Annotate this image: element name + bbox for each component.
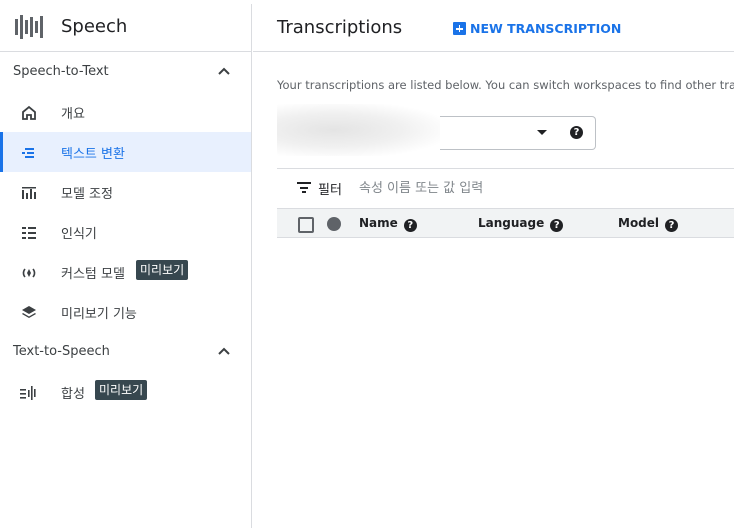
new-transcription-label: NEW TRANSCRIPTION bbox=[470, 21, 622, 36]
sidebar: Speech Speech-to-Text 개요 텍스트 변환 모델 조정 인식… bbox=[0, 4, 252, 528]
help-icon[interactable]: ? bbox=[570, 126, 583, 139]
section-title: Text-to-Speech bbox=[13, 344, 110, 359]
synthesis-icon bbox=[20, 386, 36, 400]
home-icon bbox=[22, 105, 36, 120]
recognizer-icon bbox=[22, 227, 36, 239]
sidebar-item-custom-models[interactable]: 커스텀 모델 미리보기 bbox=[0, 252, 251, 292]
speech-logo-icon bbox=[15, 15, 45, 39]
sidebar-item-recognizers[interactable]: 인식기 bbox=[0, 212, 251, 252]
help-icon[interactable]: ? bbox=[403, 219, 417, 232]
sidebar-item-overview[interactable]: 개요 bbox=[0, 92, 251, 132]
preview-badge: 미리보기 bbox=[95, 380, 148, 400]
column-header-language[interactable]: Language? bbox=[478, 216, 564, 232]
column-label: Model bbox=[618, 216, 660, 230]
caret-down-icon[interactable] bbox=[537, 130, 547, 135]
filter-input[interactable] bbox=[357, 175, 561, 201]
column-header-model[interactable]: Model? bbox=[618, 216, 679, 232]
section-title: Speech-to-Text bbox=[13, 64, 109, 79]
column-header-name[interactable]: Name? bbox=[359, 216, 417, 232]
help-icon[interactable]: ? bbox=[550, 219, 564, 232]
custom-model-icon bbox=[22, 268, 36, 278]
sidebar-item-label: 인식기 bbox=[61, 227, 97, 242]
workspace-selector-blurred bbox=[277, 104, 440, 156]
preview-badge: 미리보기 bbox=[136, 260, 189, 280]
table-header: Name? Language? Model? bbox=[277, 208, 734, 238]
workspace-selector[interactable]: ? bbox=[440, 116, 596, 150]
sidebar-item-label: 합성 bbox=[61, 387, 85, 402]
status-icon bbox=[327, 217, 341, 231]
section-text-to-speech[interactable]: Text-to-Speech bbox=[0, 332, 251, 372]
product-title: Speech bbox=[61, 16, 128, 37]
sidebar-header: Speech bbox=[0, 4, 251, 52]
filter-bar: 필터 bbox=[277, 168, 734, 208]
model-adaptation-icon bbox=[22, 187, 36, 199]
sidebar-item-label: 커스텀 모델 bbox=[61, 267, 125, 282]
page-description: Your transcriptions are listed below. Yo… bbox=[277, 78, 734, 92]
select-all-checkbox[interactable] bbox=[298, 217, 314, 233]
transcription-list-icon bbox=[22, 148, 34, 158]
filter-icon[interactable] bbox=[297, 182, 311, 193]
sidebar-item-model-adaptation[interactable]: 모델 조정 bbox=[0, 172, 251, 212]
sidebar-item-transcriptions[interactable]: 텍스트 변환 bbox=[0, 132, 251, 172]
column-label: Name bbox=[359, 216, 398, 230]
column-label: Language bbox=[478, 216, 545, 230]
add-box-icon bbox=[453, 22, 466, 35]
sidebar-item-label: 모델 조정 bbox=[61, 187, 113, 202]
sidebar-item-label: 미리보기 기능 bbox=[61, 307, 137, 322]
help-icon[interactable]: ? bbox=[665, 219, 679, 232]
page-title: Transcriptions bbox=[277, 17, 403, 38]
filter-label: 필터 bbox=[318, 183, 342, 198]
chevron-up-icon[interactable] bbox=[217, 65, 231, 79]
layers-icon bbox=[22, 306, 36, 318]
chevron-up-icon[interactable] bbox=[217, 345, 231, 359]
section-speech-to-text[interactable]: Speech-to-Text bbox=[0, 52, 251, 92]
sidebar-item-label: 개요 bbox=[61, 107, 85, 122]
main-content: Transcriptions NEW TRANSCRIPTION Your tr… bbox=[253, 4, 734, 528]
sidebar-item-synthesis[interactable]: 합성 미리보기 bbox=[0, 372, 251, 412]
sidebar-item-label: 텍스트 변환 bbox=[61, 147, 125, 162]
sidebar-item-preview-features[interactable]: 미리보기 기능 bbox=[0, 292, 251, 332]
main-header: Transcriptions NEW TRANSCRIPTION bbox=[253, 4, 734, 52]
